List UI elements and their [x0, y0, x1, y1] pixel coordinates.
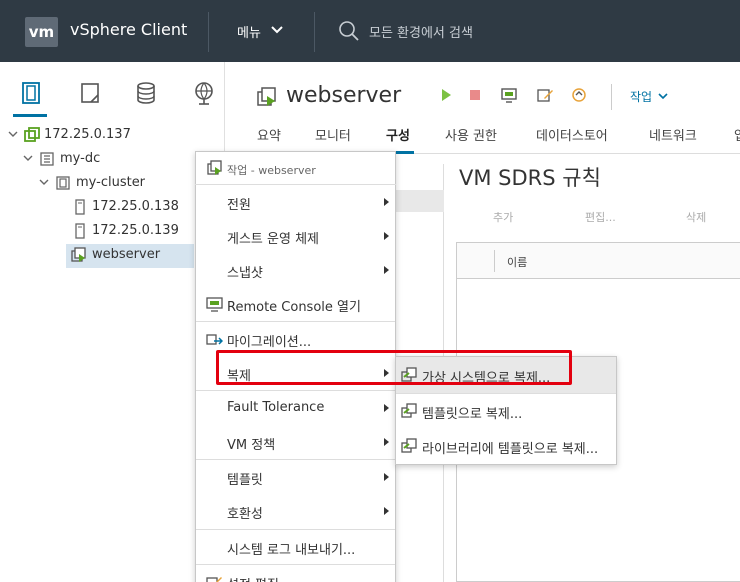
menu-item-label: 게스트 운영 체제 [227, 232, 319, 247]
edit-button[interactable]: 편집... [585, 209, 616, 225]
menu-item-label: Remote Console 열기 [227, 300, 361, 315]
edit-settings-icon [206, 577, 222, 582]
tree-item-label: 172.25.0.137 [44, 127, 131, 142]
menu-item-snapshots[interactable]: 스냅샷 [196, 253, 395, 287]
tree-item-label: my-dc [60, 151, 101, 166]
cluster-icon [56, 176, 70, 190]
edit-settings-icon[interactable] [536, 86, 554, 104]
migrate-icon[interactable] [570, 86, 588, 104]
menu-item-fault-tolerance[interactable]: Fault Tolerance [196, 391, 395, 425]
section-title: VM SDRS 규칙 [459, 166, 601, 190]
datacenter-icon [40, 152, 54, 166]
context-menu-title: 작업 - webserver [227, 164, 316, 177]
actions-menu-button[interactable]: 작업 [630, 88, 652, 105]
tree-item-vm[interactable]: webserver [0, 244, 224, 268]
tree-item-host[interactable]: 172.25.0.138 [0, 196, 224, 220]
menu-item-label: Fault Tolerance [227, 400, 325, 415]
tab-networks[interactable]: 네트워크 [649, 125, 697, 144]
menu-item-label: 시스템 로그 내보내기... [227, 543, 356, 558]
app-title[interactable]: vSphere Client [70, 20, 187, 39]
search-input[interactable]: 모든 환경에서 검색 [369, 22, 473, 41]
remote-console-icon [206, 297, 223, 312]
vm-powered-on-icon [257, 87, 276, 106]
tab-configure[interactable]: 구성 [386, 125, 410, 144]
submenu-arrow-icon [384, 266, 389, 274]
vms-templates-icon[interactable] [77, 80, 103, 106]
menu-item-label: 템플릿 [227, 473, 263, 488]
tab-datastores[interactable]: 데이터스토어 [536, 125, 608, 144]
tree-item-label: 172.25.0.139 [92, 223, 179, 238]
chevron-down-icon[interactable] [22, 152, 34, 164]
menu-item-label: VM 정책 [227, 438, 276, 453]
menu-item-remote-console[interactable]: Remote Console 열기 [196, 287, 395, 321]
submenu-arrow-icon [384, 404, 389, 412]
header-divider [314, 12, 315, 52]
page-title: webserver [286, 83, 402, 108]
menu-button[interactable]: 메뉴 [237, 22, 261, 41]
menu-item-export-logs[interactable]: 시스템 로그 내보내기... [196, 530, 395, 564]
vm-powered-on-icon [71, 247, 86, 262]
power-off-icon[interactable] [466, 86, 484, 104]
tree-item-label: webserver [92, 247, 161, 262]
tree-item-host[interactable]: 172.25.0.139 [0, 220, 224, 244]
chevron-down-icon[interactable] [270, 23, 284, 37]
menu-item-clone-to-template[interactable]: 템플릿으로 복제... [396, 393, 616, 429]
migrate-icon [206, 334, 223, 345]
active-nav-indicator [13, 114, 47, 117]
vcenter-icon [24, 127, 40, 142]
menu-item-label: 스냅샷 [227, 266, 263, 281]
menu-item-label: 설정 편집... [227, 574, 291, 582]
delete-button[interactable]: 삭제 [686, 209, 706, 225]
menu-item-label: 마이그레이션... [227, 335, 312, 350]
search-icon[interactable] [338, 20, 360, 42]
add-button[interactable]: 추가 [493, 209, 513, 225]
submenu-arrow-icon [384, 198, 389, 206]
submenu-arrow-icon [384, 232, 389, 240]
chevron-down-icon[interactable] [7, 128, 19, 140]
tab-permissions[interactable]: 사용 권한 [445, 125, 497, 144]
network-icon[interactable] [191, 80, 217, 106]
chevron-down-icon[interactable] [658, 91, 668, 101]
tab-summary[interactable]: 요약 [257, 125, 281, 144]
menu-item-power[interactable]: 전원 [196, 185, 395, 219]
tree-item-cluster[interactable]: my-cluster [0, 172, 224, 196]
menu-item-label: 라이브러리에 템플릿으로 복제... [422, 442, 599, 457]
toolbar-divider [611, 84, 612, 110]
submenu-arrow-icon [384, 473, 389, 481]
header-divider [208, 12, 209, 52]
configure-side-selected[interactable] [396, 190, 444, 212]
menu-item-label: 호환성 [227, 507, 263, 522]
clone-template-icon [401, 403, 417, 418]
submenu-arrow-icon [384, 507, 389, 515]
storage-icon[interactable] [133, 80, 159, 106]
tree-item-label: 172.25.0.138 [92, 199, 179, 214]
power-on-icon[interactable] [437, 86, 455, 104]
clone-library-icon [401, 438, 417, 453]
grid-column-divider [494, 250, 495, 272]
hosts-clusters-icon[interactable] [18, 80, 44, 106]
tree-item-vcenter[interactable]: 172.25.0.137 [0, 124, 224, 148]
menu-item-clone-to-library[interactable]: 라이브러리에 템플릿으로 복제... [396, 428, 616, 464]
tab-monitor[interactable]: 모니터 [315, 125, 351, 144]
host-icon [75, 223, 85, 239]
menu-item-label: 전원 [227, 198, 251, 213]
chevron-down-icon[interactable] [38, 176, 50, 188]
vmware-logo[interactable]: vm [25, 17, 58, 47]
tab-updates[interactable]: 업 [734, 125, 740, 144]
tree-item-label: my-cluster [76, 175, 146, 190]
annotation-highlight-box [216, 350, 572, 385]
column-header-name[interactable]: 이름 [507, 254, 527, 270]
menu-item-guest-os[interactable]: 게스트 운영 체제 [196, 219, 395, 253]
host-icon [75, 199, 85, 215]
vm-powered-on-icon [207, 160, 222, 175]
remote-console-icon[interactable] [500, 86, 518, 104]
tree-item-datacenter[interactable]: my-dc [0, 148, 224, 172]
grid-header [457, 243, 740, 279]
menu-item-label: 템플릿으로 복제... [422, 407, 523, 422]
menu-item-template[interactable]: 템플릿 [196, 460, 395, 494]
submenu-arrow-icon [384, 438, 389, 446]
menu-item-vm-policies[interactable]: VM 정책 [196, 425, 395, 459]
menu-item-edit-settings[interactable]: 설정 편집... [196, 565, 395, 582]
menu-item-compatibility[interactable]: 호환성 [196, 494, 395, 528]
